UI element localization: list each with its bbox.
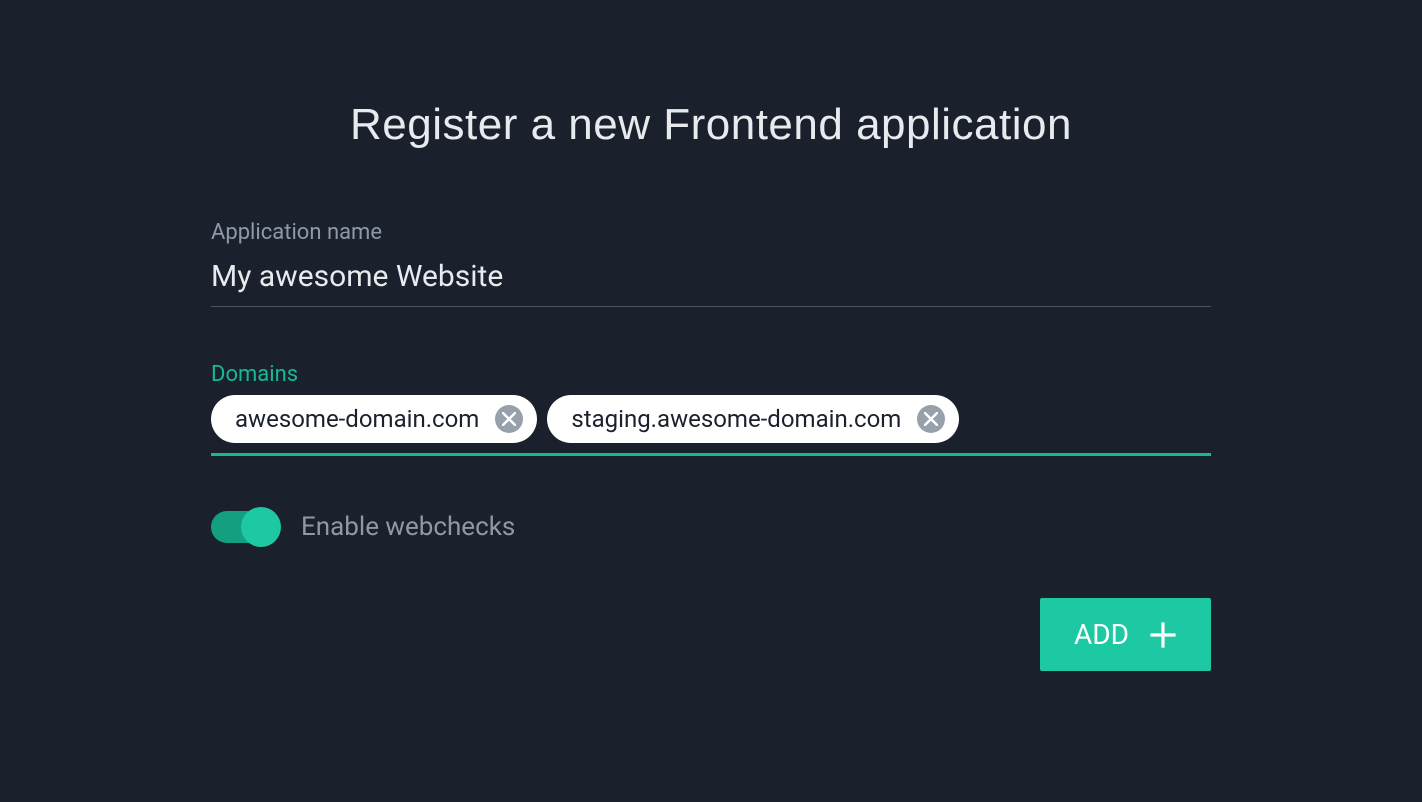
remove-domain-button[interactable] (495, 405, 523, 433)
page-title: Register a new Frontend application (211, 100, 1211, 150)
add-button[interactable]: ADD (1040, 598, 1211, 671)
webchecks-row: Enable webchecks (211, 511, 1211, 543)
domains-field: Domains awesome-domain.com staging.aweso… (211, 362, 1211, 456)
plus-icon (1149, 621, 1177, 649)
add-button-label: ADD (1074, 618, 1129, 651)
domain-chip: awesome-domain.com (211, 395, 537, 443)
close-icon (502, 412, 516, 426)
application-name-label: Application name (211, 220, 1211, 245)
application-name-input[interactable] (211, 253, 1211, 307)
application-name-field: Application name (211, 220, 1211, 307)
form-container: Register a new Frontend application Appl… (211, 0, 1211, 671)
toggle-knob (241, 507, 281, 547)
domain-chip-label: awesome-domain.com (235, 405, 479, 433)
domains-chip-row[interactable]: awesome-domain.com staging.awesome-domai… (211, 395, 1211, 456)
webchecks-label: Enable webchecks (301, 512, 515, 542)
actions-row: ADD (211, 598, 1211, 671)
webchecks-toggle[interactable] (211, 511, 279, 543)
domain-chip-label: staging.awesome-domain.com (571, 405, 901, 433)
domains-label: Domains (211, 362, 1211, 387)
remove-domain-button[interactable] (917, 405, 945, 433)
close-icon (924, 412, 938, 426)
domain-chip: staging.awesome-domain.com (547, 395, 959, 443)
